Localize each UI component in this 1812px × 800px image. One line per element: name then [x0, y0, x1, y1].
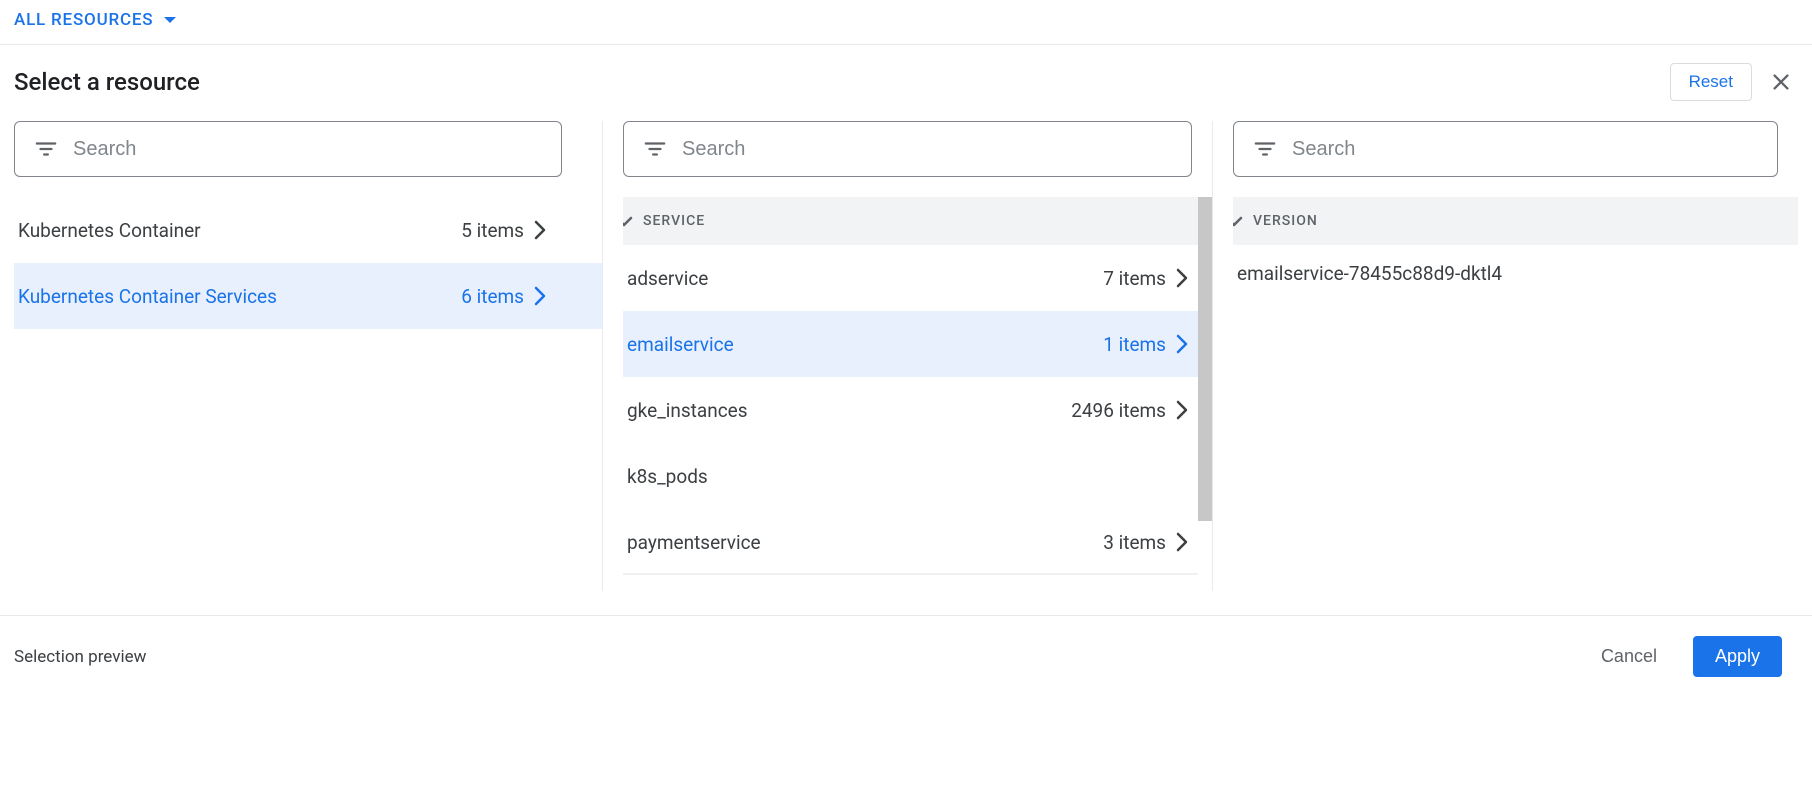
chevron-right-icon: [1176, 334, 1188, 354]
row-count: 7 items: [1103, 267, 1166, 290]
chevron-right-icon: [1176, 532, 1188, 552]
cancel-button[interactable]: Cancel: [1595, 645, 1663, 668]
resource-type-row[interactable]: Kubernetes Container Services 6 items: [14, 263, 602, 329]
service-header-label: SERVICE: [643, 213, 705, 229]
apply-button[interactable]: Apply: [1693, 636, 1782, 677]
resource-type-row[interactable]: Kubernetes Container 5 items: [14, 197, 602, 263]
service-row[interactable]: gke_instances 2496 items: [623, 377, 1198, 443]
reset-button[interactable]: Reset: [1670, 63, 1752, 101]
row-count: 2496 items: [1071, 399, 1166, 422]
search-box-col1[interactable]: [623, 121, 1192, 177]
chevron-right-icon: [1176, 400, 1188, 420]
horizontal-scrollbar[interactable]: [623, 573, 1198, 575]
service-column: SERVICE adservice 7 items emailservice 1…: [602, 121, 1212, 591]
chevron-right-icon: [1176, 268, 1188, 288]
filter-icon: [35, 140, 57, 158]
search-input-col1[interactable]: [680, 137, 1171, 162]
search-box-col0[interactable]: [14, 121, 562, 177]
caret-down-icon: [163, 16, 177, 24]
scroll-thumb[interactable]: [1198, 197, 1212, 521]
row-label: Kubernetes Container Services: [18, 285, 277, 308]
chevron-right-icon: [534, 286, 546, 306]
vertical-scrollbar[interactable]: [1198, 197, 1212, 575]
service-row[interactable]: paymentservice 3 items: [623, 509, 1198, 575]
divider: [0, 44, 1812, 45]
chevron-right-icon: [534, 220, 546, 240]
chevron-down-icon: [1233, 215, 1243, 227]
dropdown-label: ALL RESOURCES: [14, 10, 153, 30]
row-label: gke_instances: [627, 399, 748, 422]
row-label: emailservice-78455c88d9-dktl4: [1237, 262, 1502, 285]
service-row[interactable]: k8s_pods: [623, 443, 1198, 509]
row-count: 1 items: [1103, 333, 1166, 356]
search-box-col2[interactable]: [1233, 121, 1778, 177]
all-resources-dropdown[interactable]: ALL RESOURCES: [14, 10, 177, 30]
service-row[interactable]: emailservice 1 items: [623, 311, 1198, 377]
version-header-label: VERSION: [1253, 213, 1318, 229]
filter-icon: [644, 140, 666, 158]
row-label: emailservice: [627, 333, 734, 356]
service-header[interactable]: SERVICE: [623, 197, 1198, 245]
page-title: Select a resource: [14, 68, 200, 96]
selection-preview-label: Selection preview: [14, 647, 146, 667]
row-count: 3 items: [1103, 531, 1166, 554]
filter-icon: [1254, 140, 1276, 158]
row-label: Kubernetes Container: [18, 219, 201, 242]
resource-type-column: Kubernetes Container 5 items Kubernetes …: [14, 121, 602, 591]
chevron-down-icon: [623, 215, 633, 227]
row-label: adservice: [627, 267, 708, 290]
search-input-col0[interactable]: [71, 137, 541, 162]
service-row[interactable]: adservice 7 items: [623, 245, 1198, 311]
version-header[interactable]: VERSION: [1233, 197, 1798, 245]
row-label: k8s_pods: [627, 465, 708, 488]
close-button[interactable]: [1770, 71, 1792, 93]
row-count: 6 items: [461, 285, 524, 308]
version-column: VERSION emailservice-78455c88d9-dktl4: [1212, 121, 1798, 591]
row-count: 5 items: [461, 219, 524, 242]
version-row[interactable]: emailservice-78455c88d9-dktl4: [1233, 245, 1798, 301]
search-input-col2[interactable]: [1290, 137, 1757, 162]
row-label: paymentservice: [627, 531, 761, 554]
